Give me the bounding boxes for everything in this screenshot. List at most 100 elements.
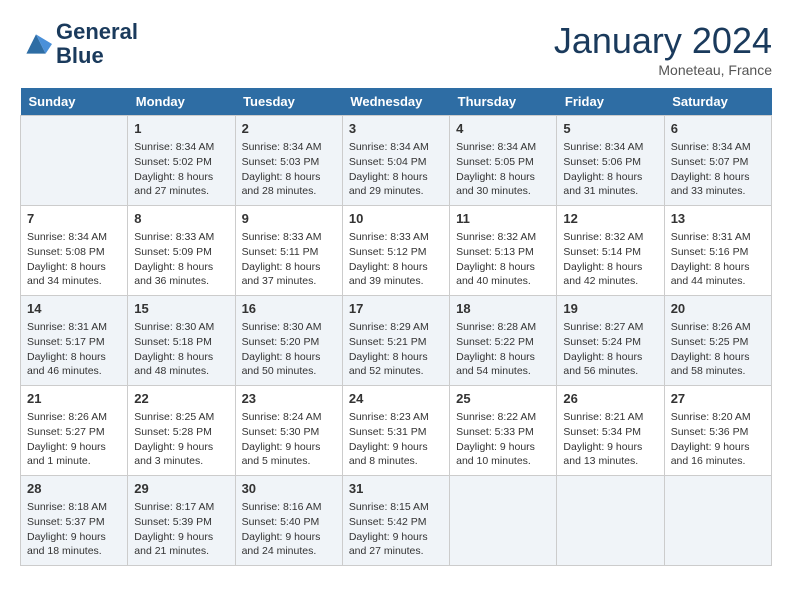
sunset-text: Sunset: 5:03 PM: [242, 155, 336, 170]
cell-content: 28Sunrise: 8:18 AMSunset: 5:37 PMDayligh…: [27, 480, 121, 559]
sunrise-text: Sunrise: 8:32 AM: [563, 230, 657, 245]
sunrise-text: Sunrise: 8:28 AM: [456, 320, 550, 335]
calendar-cell: 25Sunrise: 8:22 AMSunset: 5:33 PMDayligh…: [450, 386, 557, 476]
calendar-cell: [664, 476, 771, 566]
sunrise-text: Sunrise: 8:31 AM: [27, 320, 121, 335]
calendar-cell: [21, 116, 128, 206]
day-number: 30: [242, 480, 336, 498]
cell-content: 17Sunrise: 8:29 AMSunset: 5:21 PMDayligh…: [349, 300, 443, 379]
sunrise-text: Sunrise: 8:34 AM: [27, 230, 121, 245]
location: Moneteau, France: [554, 62, 772, 78]
calendar-cell: 22Sunrise: 8:25 AMSunset: 5:28 PMDayligh…: [128, 386, 235, 476]
sunset-text: Sunset: 5:24 PM: [563, 335, 657, 350]
cell-content: 21Sunrise: 8:26 AMSunset: 5:27 PMDayligh…: [27, 390, 121, 469]
sunset-text: Sunset: 5:06 PM: [563, 155, 657, 170]
sunset-text: Sunset: 5:11 PM: [242, 245, 336, 260]
cell-content: 20Sunrise: 8:26 AMSunset: 5:25 PMDayligh…: [671, 300, 765, 379]
day-number: 26: [563, 390, 657, 408]
day-number: 20: [671, 300, 765, 318]
day-number: 14: [27, 300, 121, 318]
logo-line1: General: [56, 20, 138, 44]
logo: General Blue: [20, 20, 138, 68]
day-number: 16: [242, 300, 336, 318]
logo-line2: Blue: [56, 44, 138, 68]
sunrise-text: Sunrise: 8:33 AM: [134, 230, 228, 245]
sunrise-text: Sunrise: 8:34 AM: [563, 140, 657, 155]
sunset-text: Sunset: 5:20 PM: [242, 335, 336, 350]
sunset-text: Sunset: 5:14 PM: [563, 245, 657, 260]
header-day-thursday: Thursday: [450, 88, 557, 116]
calendar-cell: 28Sunrise: 8:18 AMSunset: 5:37 PMDayligh…: [21, 476, 128, 566]
sunrise-text: Sunrise: 8:23 AM: [349, 410, 443, 425]
sunset-text: Sunset: 5:13 PM: [456, 245, 550, 260]
cell-content: 10Sunrise: 8:33 AMSunset: 5:12 PMDayligh…: [349, 210, 443, 289]
calendar-cell: 3Sunrise: 8:34 AMSunset: 5:04 PMDaylight…: [342, 116, 449, 206]
calendar-cell: 1Sunrise: 8:34 AMSunset: 5:02 PMDaylight…: [128, 116, 235, 206]
daylight-text: Daylight: 9 hours and 21 minutes.: [134, 530, 228, 559]
cell-content: 26Sunrise: 8:21 AMSunset: 5:34 PMDayligh…: [563, 390, 657, 469]
day-number: 22: [134, 390, 228, 408]
sunrise-text: Sunrise: 8:34 AM: [134, 140, 228, 155]
daylight-text: Daylight: 8 hours and 39 minutes.: [349, 260, 443, 289]
sunset-text: Sunset: 5:31 PM: [349, 425, 443, 440]
calendar-cell: 7Sunrise: 8:34 AMSunset: 5:08 PMDaylight…: [21, 206, 128, 296]
sunset-text: Sunset: 5:16 PM: [671, 245, 765, 260]
daylight-text: Daylight: 8 hours and 28 minutes.: [242, 170, 336, 199]
daylight-text: Daylight: 9 hours and 18 minutes.: [27, 530, 121, 559]
sunrise-text: Sunrise: 8:34 AM: [349, 140, 443, 155]
day-number: 31: [349, 480, 443, 498]
cell-content: 16Sunrise: 8:30 AMSunset: 5:20 PMDayligh…: [242, 300, 336, 379]
cell-content: 13Sunrise: 8:31 AMSunset: 5:16 PMDayligh…: [671, 210, 765, 289]
daylight-text: Daylight: 8 hours and 34 minutes.: [27, 260, 121, 289]
cell-content: 24Sunrise: 8:23 AMSunset: 5:31 PMDayligh…: [349, 390, 443, 469]
daylight-text: Daylight: 8 hours and 58 minutes.: [671, 350, 765, 379]
daylight-text: Daylight: 8 hours and 33 minutes.: [671, 170, 765, 199]
day-number: 24: [349, 390, 443, 408]
sunset-text: Sunset: 5:09 PM: [134, 245, 228, 260]
daylight-text: Daylight: 8 hours and 30 minutes.: [456, 170, 550, 199]
sunset-text: Sunset: 5:36 PM: [671, 425, 765, 440]
calendar-cell: 18Sunrise: 8:28 AMSunset: 5:22 PMDayligh…: [450, 296, 557, 386]
sunset-text: Sunset: 5:34 PM: [563, 425, 657, 440]
cell-content: 3Sunrise: 8:34 AMSunset: 5:04 PMDaylight…: [349, 120, 443, 199]
sunset-text: Sunset: 5:30 PM: [242, 425, 336, 440]
header-day-wednesday: Wednesday: [342, 88, 449, 116]
day-number: 12: [563, 210, 657, 228]
day-number: 6: [671, 120, 765, 138]
daylight-text: Daylight: 8 hours and 29 minutes.: [349, 170, 443, 199]
sunrise-text: Sunrise: 8:32 AM: [456, 230, 550, 245]
sunrise-text: Sunrise: 8:17 AM: [134, 500, 228, 515]
sunset-text: Sunset: 5:42 PM: [349, 515, 443, 530]
daylight-text: Daylight: 9 hours and 16 minutes.: [671, 440, 765, 469]
day-number: 9: [242, 210, 336, 228]
day-number: 4: [456, 120, 550, 138]
daylight-text: Daylight: 8 hours and 31 minutes.: [563, 170, 657, 199]
cell-content: 31Sunrise: 8:15 AMSunset: 5:42 PMDayligh…: [349, 480, 443, 559]
day-number: 18: [456, 300, 550, 318]
daylight-text: Daylight: 9 hours and 5 minutes.: [242, 440, 336, 469]
calendar-cell: 31Sunrise: 8:15 AMSunset: 5:42 PMDayligh…: [342, 476, 449, 566]
day-number: 21: [27, 390, 121, 408]
calendar-cell: 4Sunrise: 8:34 AMSunset: 5:05 PMDaylight…: [450, 116, 557, 206]
daylight-text: Daylight: 8 hours and 44 minutes.: [671, 260, 765, 289]
logo-text: General Blue: [56, 20, 138, 68]
day-number: 25: [456, 390, 550, 408]
page-header: General Blue January 2024 Moneteau, Fran…: [20, 20, 772, 78]
day-number: 23: [242, 390, 336, 408]
sunrise-text: Sunrise: 8:26 AM: [27, 410, 121, 425]
sunset-text: Sunset: 5:07 PM: [671, 155, 765, 170]
calendar-cell: 16Sunrise: 8:30 AMSunset: 5:20 PMDayligh…: [235, 296, 342, 386]
day-number: 5: [563, 120, 657, 138]
daylight-text: Daylight: 9 hours and 13 minutes.: [563, 440, 657, 469]
daylight-text: Daylight: 9 hours and 24 minutes.: [242, 530, 336, 559]
daylight-text: Daylight: 9 hours and 1 minute.: [27, 440, 121, 469]
sunset-text: Sunset: 5:17 PM: [27, 335, 121, 350]
calendar-cell: 30Sunrise: 8:16 AMSunset: 5:40 PMDayligh…: [235, 476, 342, 566]
sunset-text: Sunset: 5:40 PM: [242, 515, 336, 530]
cell-content: 18Sunrise: 8:28 AMSunset: 5:22 PMDayligh…: [456, 300, 550, 379]
calendar-cell: 8Sunrise: 8:33 AMSunset: 5:09 PMDaylight…: [128, 206, 235, 296]
day-number: 13: [671, 210, 765, 228]
day-number: 11: [456, 210, 550, 228]
daylight-text: Daylight: 9 hours and 3 minutes.: [134, 440, 228, 469]
calendar-cell: 13Sunrise: 8:31 AMSunset: 5:16 PMDayligh…: [664, 206, 771, 296]
